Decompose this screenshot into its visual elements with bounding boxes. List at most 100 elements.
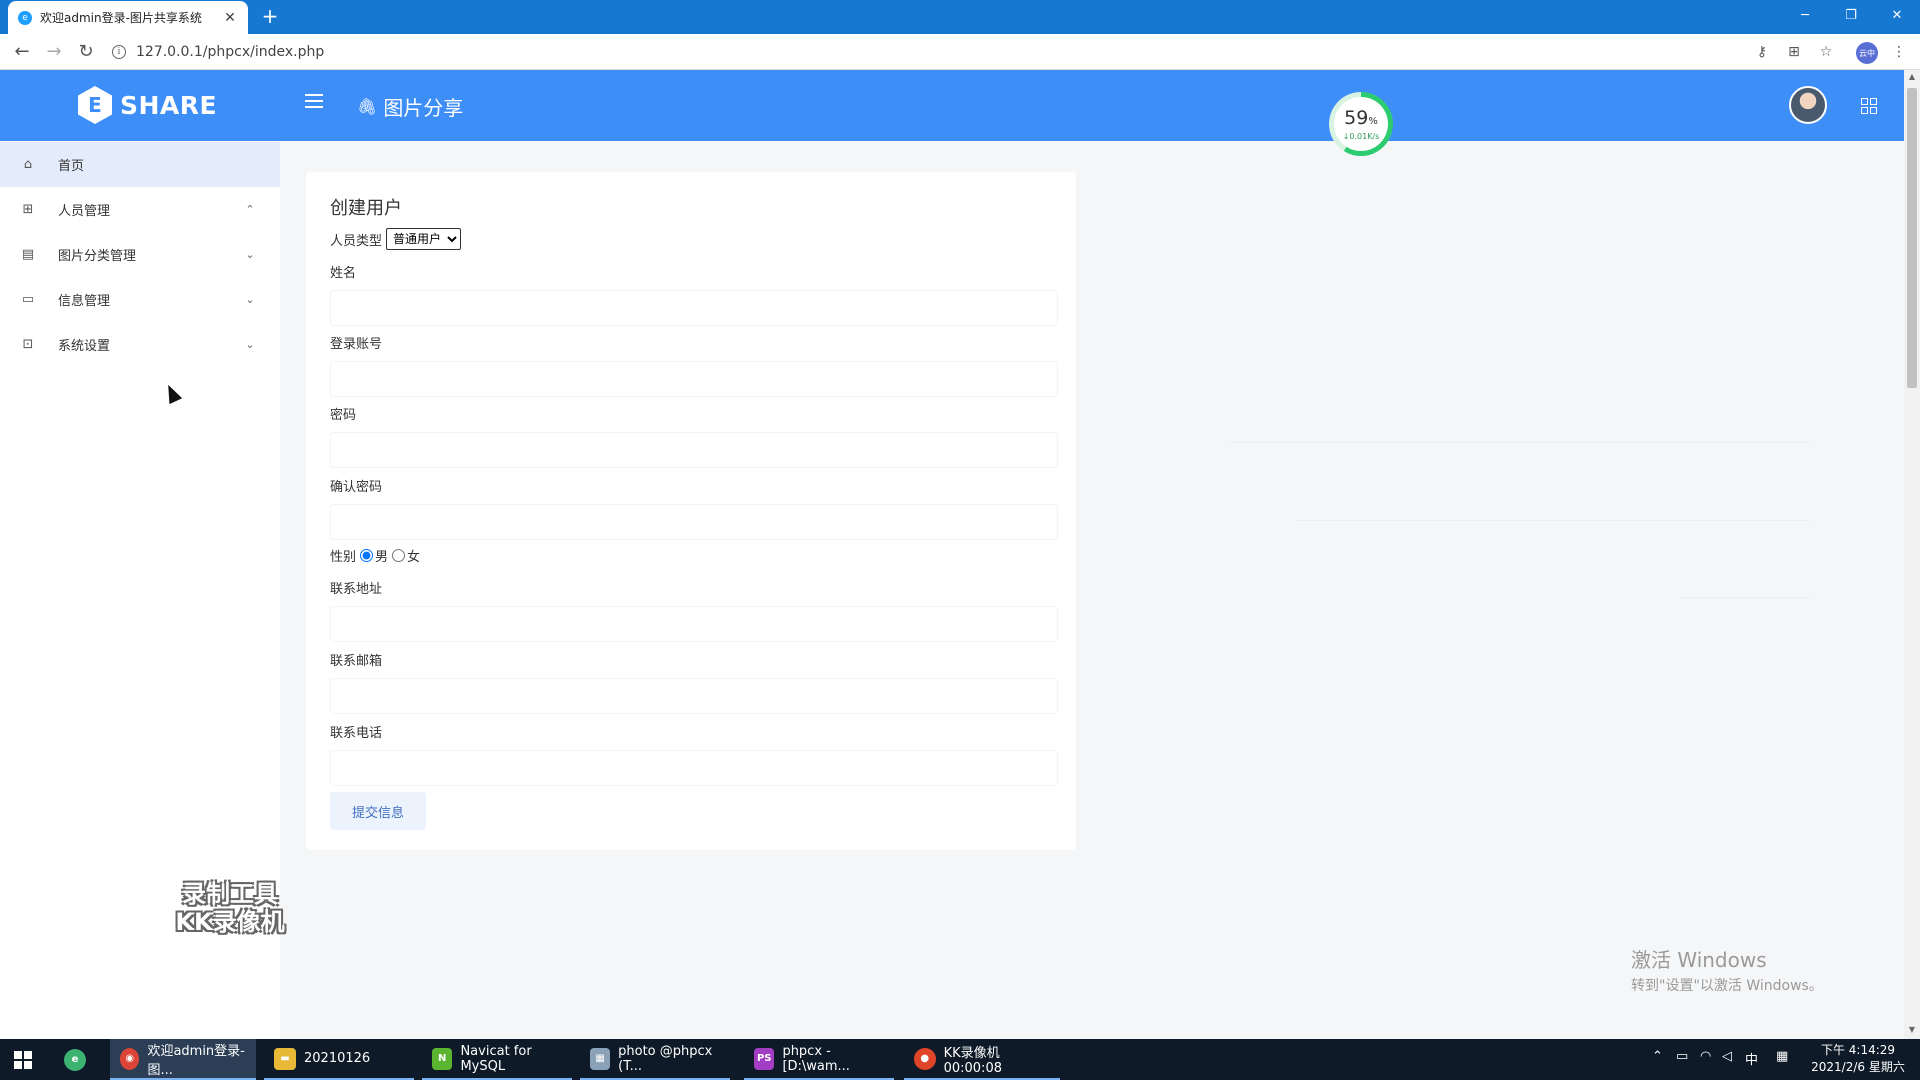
menu-toggle-icon[interactable] — [305, 94, 323, 110]
taskbar-clock[interactable]: 下午 4:14:29 2021/2/6 星期六 — [1808, 1042, 1908, 1076]
browser-tabbar: e 欢迎admin登录-图片共享系统 ✕ + ─ ❐ ✕ — [0, 0, 1920, 34]
url-field[interactable]: i 127.0.0.1/phpcx/index.php — [112, 39, 1752, 65]
gender-female-label[interactable]: 女 — [407, 546, 420, 565]
name-input[interactable] — [330, 290, 1058, 326]
recorder-watermark: 录制工具 KK录像机 — [160, 880, 300, 936]
sidebar-item-info[interactable]: ▭ 信息管理 ⌄ — [0, 277, 280, 322]
logo-text: SHARE — [120, 90, 218, 120]
confirm-password-label: 确认密码 — [330, 480, 383, 495]
taskbar-item-phpstorm[interactable]: PS phpcx - [D:\wam... — [744, 1039, 894, 1080]
password-input[interactable] — [330, 432, 1058, 468]
gender-label: 性别 — [330, 550, 357, 565]
taskbar-item-table[interactable]: ▦ photo @phpcx (T... — [580, 1039, 730, 1080]
background-divider — [1295, 520, 1810, 521]
phone-input[interactable] — [330, 750, 1058, 786]
password-label: 密码 — [330, 408, 357, 423]
windows-activation-notice: 激活 Windows 转到"设置"以激活 Windows。 — [1631, 944, 1823, 995]
network-icon[interactable]: ◠ — [1700, 1049, 1711, 1064]
address-input[interactable] — [330, 606, 1058, 642]
speed-percent-unit: % — [1368, 115, 1378, 127]
activation-title: 激活 Windows — [1631, 948, 1767, 972]
tab-close-icon[interactable]: ✕ — [222, 10, 238, 26]
sidebar-item-image-category[interactable]: ▤ 图片分类管理 ⌄ — [0, 232, 280, 277]
gender-male-label[interactable]: 男 — [375, 546, 388, 565]
start-windows-icon[interactable] — [14, 1051, 32, 1069]
gender-female-radio[interactable] — [392, 549, 406, 562]
background-divider — [1680, 597, 1810, 598]
account-input[interactable] — [330, 361, 1058, 397]
chrome-icon: ◉ — [120, 1047, 140, 1070]
taskbar-item-label: photo @phpcx (T... — [618, 1043, 713, 1074]
address-bar: ← → ↻ i 127.0.0.1/phpcx/index.php ⚷ ⊞ ☆ … — [0, 34, 1920, 70]
address-label: 联系地址 — [330, 582, 383, 597]
app-logo[interactable]: E SHARE — [78, 86, 217, 124]
sidebar-item-label: 图片分类管理 — [58, 249, 137, 264]
close-window-icon[interactable]: ✕ — [1874, 0, 1920, 30]
apps-grid-icon[interactable] — [1861, 98, 1877, 114]
header-title: 🖇 图片分享 — [357, 92, 463, 121]
scroll-down-icon[interactable]: ▼ — [1907, 1025, 1917, 1034]
kk-icon: ● — [914, 1047, 936, 1070]
scroll-up-icon[interactable]: ▲ — [1907, 72, 1917, 81]
windows-taskbar: e ◉ 欢迎admin登录-图... ▬ 20210126 N Navicat … — [0, 1039, 1920, 1080]
url-text: 127.0.0.1/phpcx/index.php — [136, 44, 325, 60]
taskbar-item-kk-recorder[interactable]: ● KK录像机 00:00:08 — [904, 1039, 1060, 1080]
new-tab-button[interactable]: + — [258, 6, 282, 28]
forward-icon[interactable]: → — [42, 40, 66, 64]
taskbar-360-app[interactable]: e — [60, 1039, 94, 1080]
email-input[interactable] — [330, 678, 1058, 714]
taskbar-item-navicat[interactable]: N Navicat for MySQL — [422, 1039, 572, 1080]
file-icon: ▭ — [21, 292, 35, 307]
back-icon[interactable]: ← — [10, 40, 34, 64]
confirm-password-input[interactable] — [330, 504, 1058, 540]
taskbar-item-chrome[interactable]: ◉ 欢迎admin登录-图... — [110, 1039, 256, 1080]
ime-indicator[interactable]: 中 — [1745, 1049, 1758, 1068]
table-icon: ▦ — [590, 1047, 611, 1070]
doc-icon: ▤ — [21, 247, 35, 262]
sidebar-item-personnel[interactable]: ⊞ 人员管理 ⌃ — [0, 187, 280, 232]
folder-icon: ▬ — [274, 1047, 296, 1070]
browser-tab[interactable]: e 欢迎admin登录-图片共享系统 ✕ — [8, 1, 248, 34]
chevron-down-icon: ⌄ — [245, 248, 255, 261]
taskbar-item-folder[interactable]: ▬ 20210126 — [264, 1039, 414, 1080]
reload-icon[interactable]: ↻ — [74, 40, 98, 64]
taskbar-item-label: KK录像机 00:00:08 — [943, 1045, 1002, 1076]
phone-label: 联系电话 — [330, 726, 383, 741]
user-type-label: 人员类型 — [330, 233, 383, 249]
chevron-up-icon: ⌃ — [245, 203, 255, 216]
translate-icon[interactable]: ⊞ — [1785, 43, 1803, 61]
sidebar-item-settings[interactable]: ⊡ 系统设置 ⌄ — [0, 322, 280, 367]
profile-avatar[interactable]: 云中 — [1856, 42, 1878, 64]
account-label: 登录账号 — [330, 337, 383, 352]
bookmark-star-icon[interactable]: ☆ — [1817, 43, 1835, 61]
taskbar-item-label: phpcx - [D:\wam... — [782, 1043, 850, 1074]
site-favicon-icon: e — [18, 10, 32, 25]
page-scrollbar[interactable]: ▲ ▼ — [1904, 70, 1920, 1039]
speed-rate: ↓0.01K/s — [1342, 131, 1380, 141]
gender-male-radio[interactable] — [360, 549, 374, 562]
taskbar-item-label: Navicat for MySQL — [460, 1043, 532, 1074]
security-app-icon: e — [64, 1048, 86, 1071]
chevron-down-icon: ⌄ — [245, 338, 255, 351]
restore-icon[interactable]: ❐ — [1828, 0, 1874, 30]
create-user-card: 创建用户 人员类型 普通用户 姓名 登录账号 密码 确认密码 性别 男 女 联系… — [306, 172, 1076, 850]
clock-time: 下午 4:14:29 — [1820, 1043, 1896, 1057]
keyboard-icon[interactable]: ▦ — [1776, 1049, 1788, 1064]
tray-expand-icon[interactable]: ⌃ — [1652, 1049, 1663, 1064]
user-type-select[interactable]: 普通用户 — [386, 228, 462, 250]
submit-button[interactable]: 提交信息 — [330, 792, 426, 830]
scrollbar-thumb[interactable] — [1907, 88, 1917, 388]
navicat-icon: N — [432, 1047, 453, 1070]
user-avatar[interactable] — [1789, 86, 1827, 124]
volume-icon[interactable]: ◁ — [1722, 1049, 1732, 1064]
site-info-icon[interactable]: i — [112, 45, 126, 59]
grid-icon: ⊞ — [22, 202, 34, 217]
browser-menu-icon[interactable]: ⋮ — [1890, 43, 1908, 61]
minimize-icon[interactable]: ─ — [1782, 0, 1828, 30]
home-icon: ⌂ — [23, 157, 33, 172]
tray-device-icon[interactable]: ▭ — [1676, 1049, 1688, 1064]
sidebar-item-home[interactable]: ⌂ 首页 — [0, 142, 280, 187]
key-icon[interactable]: ⚷ — [1753, 43, 1771, 61]
logo-mark: E — [78, 86, 112, 124]
network-speed-widget[interactable]: 59% ↓0.01K/s — [1329, 92, 1393, 156]
